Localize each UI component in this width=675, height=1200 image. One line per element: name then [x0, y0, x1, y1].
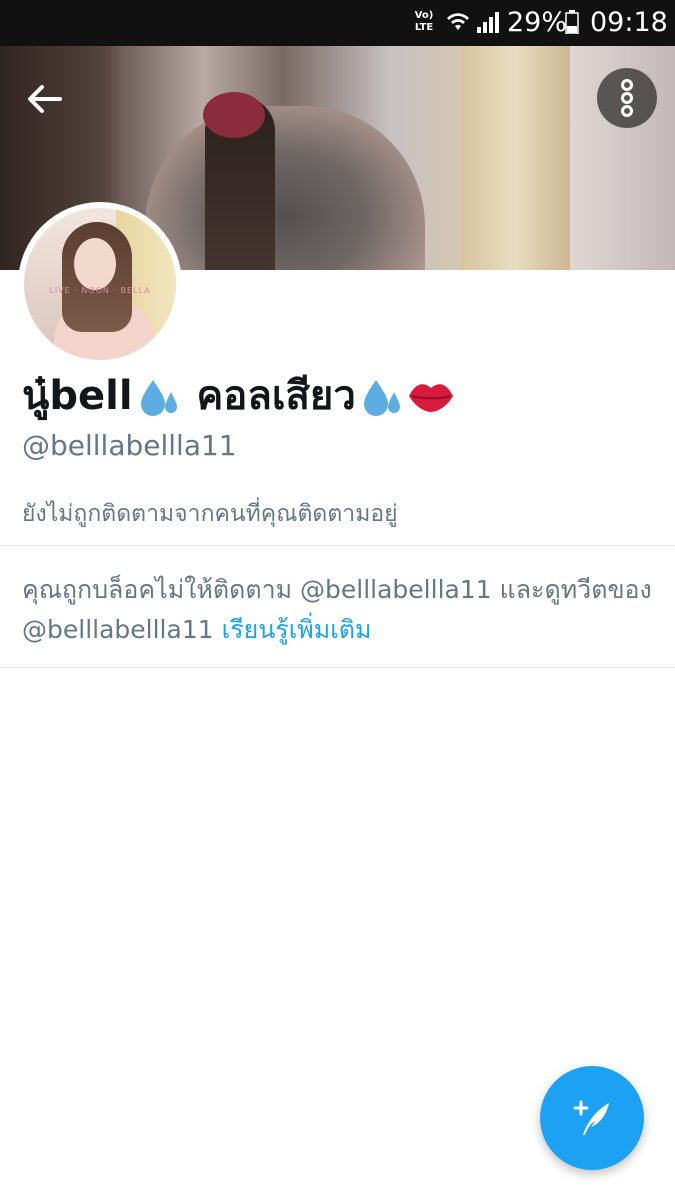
battery-icon [565, 10, 579, 34]
signal-icon [477, 12, 499, 33]
divider [0, 545, 675, 546]
display-name-part1: นู๋bell [22, 373, 133, 419]
sweat-droplets-emoji [363, 380, 400, 416]
divider [0, 667, 675, 668]
clock: 09:18 [590, 7, 668, 38]
battery-percent: 29% [507, 7, 568, 38]
avatar-watermark: LIVE · NOON · BELLA [49, 286, 151, 295]
wifi-icon [447, 13, 469, 30]
arrow-left-icon [28, 85, 62, 113]
back-button[interactable] [18, 72, 72, 126]
avatar[interactable]: LIVE · NOON · BELLA [18, 202, 182, 366]
avatar-image: LIVE · NOON · BELLA [24, 208, 176, 360]
learn-more-link[interactable]: เรียนรู้เพิ่มเติม [222, 615, 372, 644]
status-bar: Vo) LTE 29% 09:18 [0, 0, 675, 46]
kiss-mark-emoji [408, 384, 453, 412]
sweat-droplets-emoji [140, 380, 177, 416]
display-name: นู๋bell คอลเสียว [22, 370, 456, 422]
compose-tweet-icon [573, 1100, 609, 1135]
profile-handle: @belllabellla11 [22, 429, 237, 462]
compose-tweet-button[interactable] [540, 1066, 644, 1170]
more-vertical-icon [621, 79, 633, 117]
display-name-part2: คอลเสียว [196, 373, 356, 419]
blocked-notice: คุณถูกบล็อคไม่ให้ติดตาม @belllabellla11 … [22, 570, 657, 650]
more-options-button[interactable] [597, 68, 657, 128]
follow-status-text: ยังไม่ถูกติดตามจากคนที่คุณติดตามอยู่ [22, 501, 398, 527]
volte-indicator: Vo) LTE [414, 10, 434, 33]
